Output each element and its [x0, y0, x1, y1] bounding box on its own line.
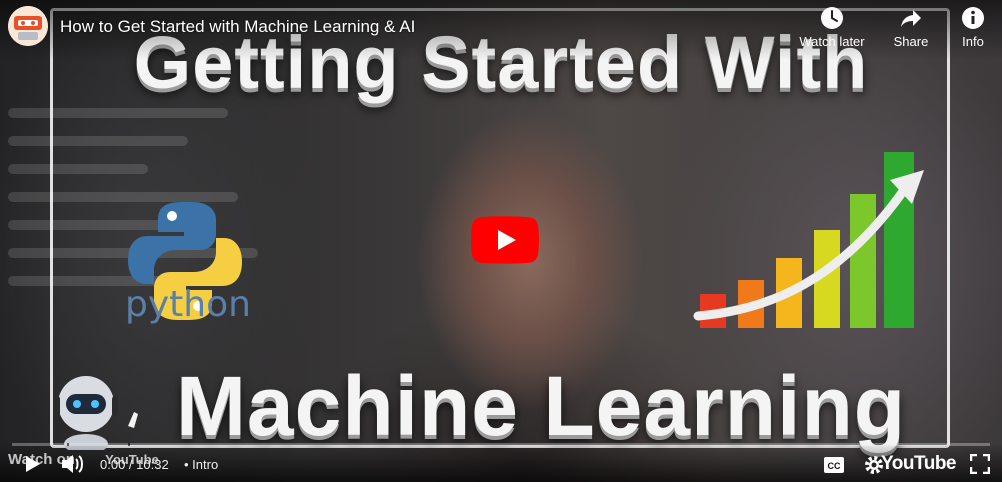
python-logo-text: python [125, 284, 251, 325]
share-button[interactable]: Share [876, 6, 946, 49]
video-title-link[interactable]: How to Get Started with Machine Learning… [60, 17, 415, 37]
video-player[interactable]: Getting Started With python Machine Lear… [0, 0, 1002, 482]
svg-text:CC: CC [828, 461, 841, 471]
youtube-logo-link[interactable]: YouTube [881, 453, 956, 475]
watch-later-button[interactable]: Watch later [797, 6, 867, 49]
share-arrow-icon [901, 10, 921, 27]
time-display: 0:00 / 10:32 [100, 457, 169, 472]
large-play-button[interactable] [471, 216, 539, 264]
thumbnail-title-line2: Machine Learning [175, 359, 907, 453]
channel-avatar[interactable] [8, 6, 48, 46]
chapter-title-button[interactable]: • Intro [184, 457, 218, 472]
robot-mascot-icon [54, 376, 138, 450]
fullscreen-icon[interactable] [970, 454, 990, 474]
info-label: Info [962, 34, 984, 49]
clock-icon [821, 7, 843, 29]
growth-chart-graphic [693, 152, 924, 328]
closed-captions-icon[interactable]: CC [823, 456, 845, 474]
play-icon[interactable] [22, 454, 42, 474]
watch-later-label: Watch later [799, 34, 865, 49]
progress-bar[interactable] [12, 443, 990, 446]
info-icon [962, 7, 984, 29]
channel-logo-icon [8, 6, 48, 46]
share-label: Share [893, 34, 929, 49]
info-button[interactable]: Info [938, 6, 1002, 49]
volume-icon[interactable] [60, 453, 86, 475]
